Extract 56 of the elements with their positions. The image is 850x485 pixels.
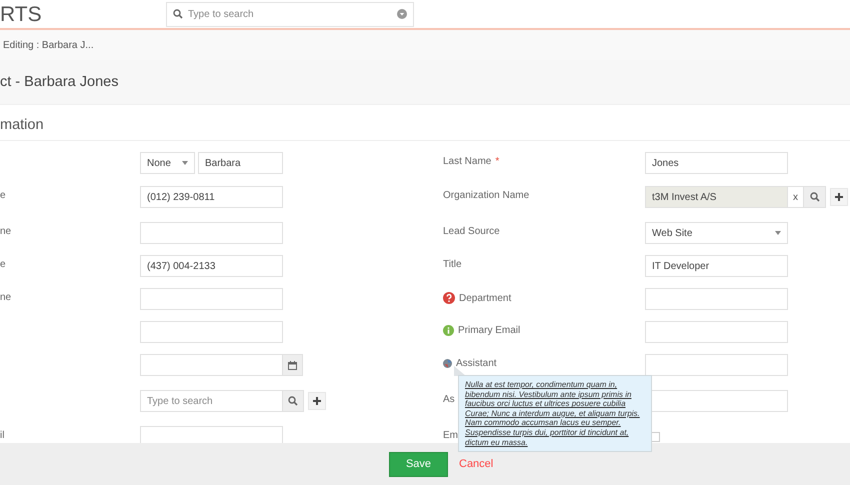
breadcrumb: Editing : Barbara J... <box>3 40 94 50</box>
first-name-field[interactable]: Barbara <box>198 152 283 174</box>
search-field[interactable]: Type to search <box>140 390 283 412</box>
date-field[interactable] <box>140 354 283 376</box>
field-label: e <box>0 259 6 270</box>
search-field[interactable]: Type to search <box>166 2 414 26</box>
field-label: Title <box>443 259 462 270</box>
input-field[interactable]: (012) 239-0811 <box>140 186 283 208</box>
dropdown-icon <box>397 8 407 18</box>
field-label: Last Name <box>443 156 492 167</box>
field-label: e <box>0 190 6 201</box>
page-title: ct - Barbara Jones <box>0 74 118 90</box>
search-icon <box>810 192 820 202</box>
tooltip-text: Nulla at est tempor, condimentum quam in, bibendum nisi. Vestibulum ante ipsum primis in faucibus orci luctus et ultrices posuere cubilia Curae; Nunc a interdum augue, et aliquam turpis. Nam commodo accumsan lacus eu semper. Suspendisse turpis dui, porttitor id tincidunt at, dictum eu massa. <box>465 380 641 448</box>
globe-icon <box>443 359 452 368</box>
input-field[interactable] <box>140 222 283 244</box>
field-label: il <box>0 430 4 441</box>
input-field[interactable] <box>645 288 788 310</box>
input-field[interactable] <box>645 354 788 376</box>
input-field[interactable]: (437) 004-2133 <box>140 255 283 277</box>
logo: RTS <box>0 3 43 27</box>
search-button[interactable] <box>804 186 826 208</box>
field-label: Department <box>459 292 512 304</box>
input-field[interactable] <box>645 321 788 343</box>
search-button[interactable] <box>283 390 304 412</box>
input-field[interactable] <box>140 288 283 310</box>
calendar-button[interactable] <box>283 354 303 376</box>
caret-icon <box>775 231 781 235</box>
help-icon <box>443 292 455 304</box>
field-label: Organization Name <box>443 190 530 201</box>
section-title: mation <box>0 116 44 132</box>
input-field[interactable] <box>140 426 283 443</box>
add-button[interactable] <box>830 188 848 206</box>
caret-icon <box>182 161 188 165</box>
field-label: Primary Email <box>458 325 520 336</box>
required-mark: * <box>495 156 500 167</box>
organization-field[interactable]: t3M Invest A/S <box>645 186 788 208</box>
lead-source-select[interactable]: Web Site <box>645 222 788 244</box>
salutation-select[interactable]: None <box>140 152 195 174</box>
plus-icon <box>835 193 843 201</box>
calendar-icon <box>288 360 297 370</box>
add-button[interactable] <box>308 392 326 410</box>
input-field[interactable] <box>140 321 283 343</box>
search-icon <box>173 8 183 18</box>
search-icon <box>288 396 298 406</box>
info-icon <box>443 325 454 336</box>
field-label: Lead Source <box>443 226 500 237</box>
input-field[interactable]: Jones <box>645 152 788 174</box>
input-field[interactable]: IT Developer <box>645 255 788 277</box>
field-label: Assistant <box>456 358 497 369</box>
field-label: Em <box>443 430 458 441</box>
field-label: As <box>443 394 455 405</box>
field-label: ne <box>0 226 12 237</box>
plus-icon <box>313 397 321 405</box>
field-label: ne <box>0 292 12 303</box>
clear-button[interactable]: x <box>788 186 804 208</box>
